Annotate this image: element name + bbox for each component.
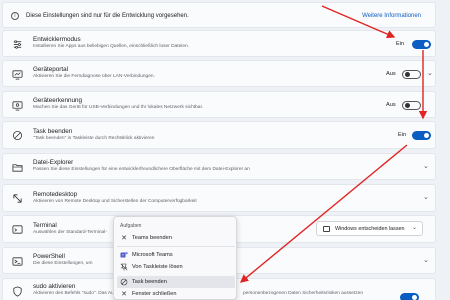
end-task-icon: [12, 130, 23, 141]
developer-info-card: i Diese Einstellungen sind nur für die E…: [2, 2, 436, 28]
setting-end-task: Task beenden "Task beenden" in Taskleist…: [2, 121, 436, 149]
setting-file-explorer[interactable]: Datei-Explorer Passen Sie diese Einstell…: [2, 153, 436, 180]
row-title: Task beenden: [33, 128, 73, 135]
powershell-icon: [12, 257, 23, 266]
row-title: Geräteportal: [33, 66, 69, 73]
terminal-select-value: Windows entscheiden lassen: [335, 226, 405, 232]
terminal-select[interactable]: Windows entscheiden lassen ⌄: [316, 221, 423, 236]
menu-item-unpin[interactable]: Von Taskleiste lösen: [117, 261, 235, 273]
chevron-down-icon[interactable]: ⌄: [423, 193, 429, 201]
teams-icon: T: [120, 252, 128, 258]
menu-item-close-window[interactable]: ✕ Fenster schließen: [117, 288, 235, 300]
setting-remote-desktop[interactable]: Remotedesktop Aktivieren von Remote Desk…: [2, 184, 436, 212]
menu-item-label: Von Taskleiste lösen: [132, 264, 183, 270]
toggle-state-label: Aus: [386, 102, 396, 108]
context-menu-header: Aufgaben: [120, 223, 142, 229]
setting-developer-mode: Entwicklermodus Installieren Sie Apps au…: [2, 30, 436, 57]
more-info-link[interactable]: Weitere Informationen: [362, 13, 421, 19]
sudo-toggle[interactable]: [400, 293, 419, 300]
row-title: Terminal: [33, 222, 57, 229]
device-portal-toggle[interactable]: [402, 70, 421, 79]
device-discovery-toggle[interactable]: [402, 101, 421, 110]
chevron-down-icon[interactable]: ⌄: [423, 256, 429, 264]
row-title: PowerShell: [33, 253, 65, 260]
menu-item-label: Task beenden: [132, 279, 167, 285]
window-icon: [323, 226, 330, 232]
row-subtitle: Aktivieren Sie die Ferndiagnose über LAN…: [33, 74, 155, 79]
row-title: sudo aktivieren: [33, 283, 76, 290]
menu-item-end-teams[interactable]: ✕ Teams beenden: [117, 232, 235, 244]
toggle-state-label: Ein: [396, 41, 405, 47]
setting-device-discovery: Geräteerkennung Machen Sie das Gerät für…: [2, 91, 436, 118]
info-text: Diese Einstellungen sind nur für die Ent…: [26, 13, 189, 19]
row-subtitle: Aktivieren von Remote Desktop und Sicher…: [33, 199, 197, 204]
unpin-icon: [120, 263, 128, 271]
row-title: Datei-Explorer: [33, 159, 74, 166]
end-task-toggle[interactable]: [412, 131, 431, 140]
row-subtitle: Die diese Einstellungen, um: [33, 261, 93, 266]
device-discovery-icon: [12, 101, 23, 111]
menu-item-microsoft-teams[interactable]: T Microsoft Teams: [117, 249, 235, 261]
device-portal-icon: [12, 70, 23, 80]
developer-mode-toggle[interactable]: [412, 40, 431, 49]
developer-tools-icon: [13, 40, 22, 49]
row-subtitle: Machen Sie das Gerät für USB-Verbindunge…: [33, 105, 204, 110]
menu-item-label: Microsoft Teams: [132, 252, 173, 258]
taskbar-context-menu: Aufgaben ✕ Teams beenden T Microsoft Tea…: [113, 216, 237, 300]
row-subtitle: Auswählen der Standard-Terminal-: [33, 230, 107, 235]
chevron-down-icon[interactable]: ⌄: [423, 162, 429, 170]
row-title: Entwicklermodus: [33, 36, 81, 43]
terminal-icon: [12, 225, 23, 234]
row-subtitle-continued: personenbezogenen Daten Sicherheitsrisik…: [243, 291, 363, 296]
close-icon: ✕: [121, 234, 127, 242]
toggle-state-label: Aus: [386, 71, 396, 77]
menu-item-end-task[interactable]: Task beenden: [117, 276, 235, 288]
close-icon: ✕: [121, 290, 127, 298]
row-title: Geräteerkennung: [33, 97, 83, 104]
info-icon: i: [11, 12, 19, 20]
end-task-icon: [120, 278, 128, 286]
menu-divider: [117, 246, 235, 247]
row-subtitle: Installieren Sie Apps aus beliebigen Que…: [33, 44, 189, 49]
chevron-down-icon[interactable]: ⌄: [427, 69, 433, 77]
remote-desktop-icon: [13, 194, 22, 203]
row-subtitle: Passen Sie diese Einstellungen für eine …: [33, 167, 250, 172]
menu-item-label: Fenster schließen: [132, 291, 177, 297]
row-title: Remotedesktop: [33, 191, 78, 198]
setting-device-portal: Geräteportal Aktivieren Sie die Ferndiag…: [2, 60, 436, 87]
menu-item-label: Teams beenden: [132, 235, 172, 241]
sudo-shield-icon: [13, 286, 22, 297]
toggle-state-label: Ein: [398, 132, 407, 138]
row-subtitle: "Task beenden" in Taskleiste durch Recht…: [33, 136, 155, 141]
chevron-down-icon: ⌄: [411, 224, 417, 231]
folder-icon: [12, 164, 23, 172]
